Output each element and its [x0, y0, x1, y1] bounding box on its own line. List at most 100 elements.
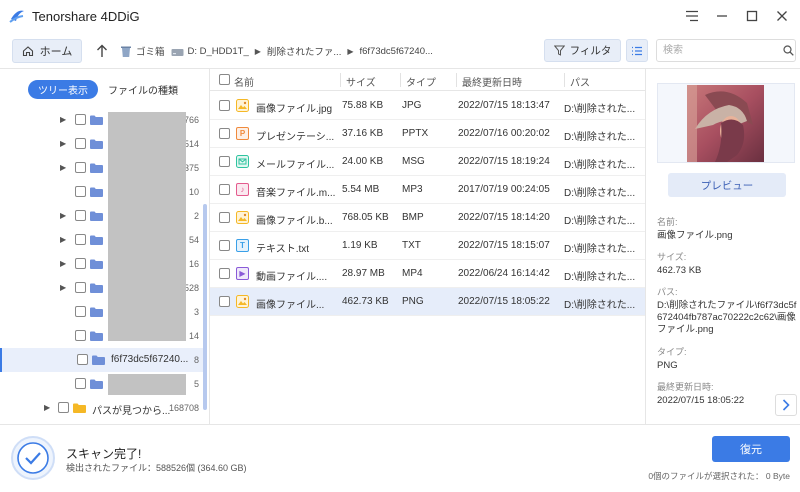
home-button[interactable]: ホーム: [12, 39, 82, 63]
file-name: 動画ファイル....: [256, 272, 328, 283]
expand-arrow-icon[interactable]: ▶: [60, 139, 68, 148]
tab-file-type[interactable]: ファイルの種類: [98, 80, 188, 99]
tree-item-checkbox[interactable]: [75, 258, 86, 269]
column-header-size[interactable]: サイズ: [346, 74, 376, 89]
tree-item-checkbox[interactable]: [75, 378, 86, 389]
tree-item-checkbox[interactable]: [75, 282, 86, 293]
app-title: Tenorshare 4DDiG: [32, 8, 140, 24]
folder-icon: [90, 139, 103, 149]
minimize-icon[interactable]: [712, 6, 732, 26]
tree-item-checkbox[interactable]: [75, 186, 86, 197]
close-icon[interactable]: [772, 6, 792, 26]
column-divider[interactable]: [340, 73, 341, 87]
preview-name-value: 画像ファイル.png: [657, 230, 733, 241]
filter-button[interactable]: フィルタ: [544, 39, 621, 62]
breadcrumb-item-drive[interactable]: D: D_HDD1T_: [171, 46, 249, 57]
tree-item-count: 766: [183, 115, 199, 125]
tree-scrollbar[interactable]: [203, 204, 207, 410]
column-header-name[interactable]: 名前: [234, 74, 254, 89]
file-row-checkbox[interactable]: [219, 184, 230, 195]
expand-arrow-icon[interactable]: ▶: [60, 235, 68, 244]
folder-icon: [90, 307, 103, 317]
file-type: PNG: [402, 296, 424, 307]
file-row-checkbox[interactable]: [219, 128, 230, 139]
file-row-checkbox[interactable]: [219, 268, 230, 279]
folder-icon: [90, 211, 103, 221]
preview-modified-value: 2022/07/15 18:05:22: [657, 395, 745, 406]
tree-item-count: 8: [193, 355, 199, 365]
tree-item-checkbox[interactable]: [58, 402, 69, 413]
scan-status-title: スキャン完了!: [66, 447, 142, 461]
file-row-checkbox[interactable]: [219, 240, 230, 251]
file-row[interactable]: 画像ファイル.b... 768.05 KB BMP 2022/07/15 18:14:…: [210, 204, 645, 232]
next-arrow-button[interactable]: [775, 394, 797, 416]
file-type: PPTX: [402, 128, 429, 139]
file-row[interactable]: メールファイル... 24.00 KB MSG 2022/07/15 18:19:24…: [210, 148, 645, 176]
tree-item-checkbox[interactable]: [75, 114, 86, 125]
file-modified: 2022/07/15 18:19:24: [458, 156, 550, 167]
preview-button[interactable]: プレビュー: [668, 173, 786, 197]
maximize-icon[interactable]: [742, 6, 762, 26]
tree-item[interactable]: ▶ パスが見つから... 168708: [0, 396, 204, 420]
search-input[interactable]: [663, 40, 775, 61]
file-row-checkbox[interactable]: [219, 296, 230, 307]
expand-arrow-icon[interactable]: ▶: [60, 283, 68, 292]
file-name: テキスト.txt: [256, 244, 310, 255]
tab-tree-view[interactable]: ツリー表示: [28, 80, 98, 99]
expand-arrow-icon[interactable]: ▶: [60, 163, 68, 172]
folder-icon: [90, 259, 103, 269]
file-row[interactable]: 画像ファイル... 462.73 KB PNG 2022/07/15 18:05:22…: [210, 288, 645, 316]
expand-arrow-icon[interactable]: ▶: [60, 259, 68, 268]
file-row-checkbox[interactable]: [219, 100, 230, 111]
column-divider[interactable]: [400, 73, 401, 87]
expand-arrow-icon[interactable]: ▶: [60, 115, 68, 124]
breadcrumb-item-deleted[interactable]: 削除されたファ...: [267, 44, 341, 58]
file-row[interactable]: 画像ファイル.jpg 75.88 KB JPG 2022/07/15 18:13:47…: [210, 92, 645, 120]
file-row-checkbox[interactable]: [219, 212, 230, 223]
tree-item-checkbox[interactable]: [75, 306, 86, 317]
tree-item-count: 528: [183, 283, 199, 293]
expand-arrow-icon[interactable]: ▶: [44, 403, 52, 412]
list-view-button[interactable]: [626, 39, 648, 62]
folder-icon: [90, 235, 103, 245]
mail-icon: [236, 155, 249, 168]
restore-button[interactable]: 復元: [712, 436, 790, 462]
tree-item-checkbox[interactable]: [75, 162, 86, 173]
tree-item[interactable]: f6f73dc5f67240... 8: [0, 348, 204, 372]
redacted-area: [108, 112, 186, 341]
breadcrumb-item-folder[interactable]: f6f73dc5f67240...: [360, 46, 433, 57]
file-name: 画像ファイル.jpg: [256, 104, 333, 115]
search-icon[interactable]: [783, 45, 794, 56]
file-list-header: 名前 サイズ タイプ 最終更新日時 パス: [210, 69, 645, 91]
file-row-checkbox[interactable]: [219, 156, 230, 167]
folder-icon: [90, 379, 103, 389]
up-arrow-icon[interactable]: [94, 43, 110, 59]
file-row[interactable]: ♪ 音楽ファイル.m... 5.54 MB MP3 2017/07/19 00:24:0…: [210, 176, 645, 204]
select-all-checkbox[interactable]: [219, 74, 230, 85]
column-divider[interactable]: [564, 73, 565, 87]
tree-item-checkbox[interactable]: [75, 330, 86, 341]
expand-arrow-icon[interactable]: ▶: [60, 211, 68, 220]
column-header-path[interactable]: パス: [570, 74, 590, 89]
tree-item-checkbox[interactable]: [75, 138, 86, 149]
file-row[interactable]: T テキスト.txt 1.19 KB TXT 2022/07/15 18:15:07 D:…: [210, 232, 645, 260]
file-type: TXT: [402, 240, 421, 251]
tree-item-count: 2: [193, 211, 199, 221]
selection-status: 0個のファイルが選択された： 0 Byte: [648, 471, 790, 481]
tree-item-count: 14: [188, 331, 199, 341]
tree-item-checkbox[interactable]: [75, 234, 86, 245]
file-size: 768.05 KB: [342, 212, 389, 223]
tree-item-checkbox[interactable]: [77, 354, 88, 365]
column-divider[interactable]: [456, 73, 457, 87]
file-row[interactable]: ▶ 動画ファイル.... 28.97 MB MP4 2022/06/24 16:14:4…: [210, 260, 645, 288]
column-header-type[interactable]: タイプ: [406, 74, 436, 89]
preview-panel: プレビュー 名前: 画像ファイル.png サイズ: 462.73 KB パス: …: [645, 68, 800, 424]
menu-icon[interactable]: [682, 6, 702, 26]
presentation-icon: P: [236, 127, 249, 140]
tree-item-checkbox[interactable]: [75, 210, 86, 221]
home-label: ホーム: [39, 46, 73, 58]
breadcrumb-item-recycle-bin[interactable]: ゴミ箱: [120, 44, 165, 58]
column-header-modified[interactable]: 最終更新日時: [462, 74, 522, 89]
file-path: D:\削除された...: [564, 272, 636, 283]
file-row[interactable]: P プレゼンテーシ... 37.16 KB PPTX 2022/07/16 00:20:…: [210, 120, 645, 148]
